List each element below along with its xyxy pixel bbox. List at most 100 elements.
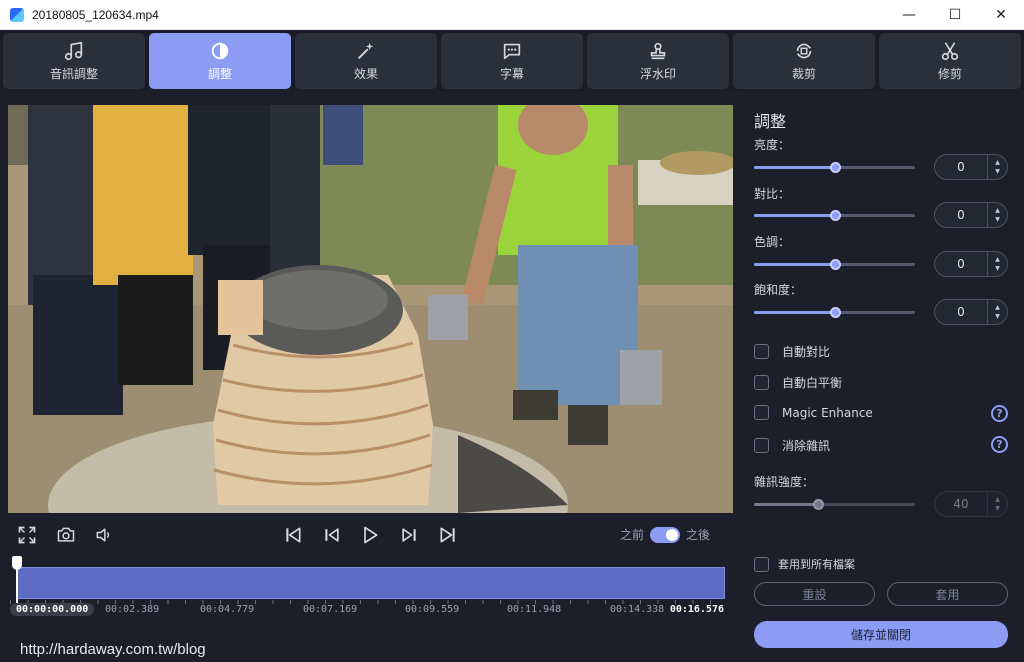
spin-value: 0 xyxy=(957,208,965,222)
tab-watermark[interactable]: 浮水印 xyxy=(587,33,729,89)
tab-label: 調整 xyxy=(207,67,232,81)
down-arrow-icon[interactable]: ▼ xyxy=(995,167,1000,176)
url-watermark: http://hardaway.com.tw/blog xyxy=(20,641,206,658)
denoise-option[interactable]: 消除雜訊 xyxy=(754,437,830,454)
slider-handle[interactable] xyxy=(829,162,841,173)
skip-start-button[interactable] xyxy=(282,524,304,546)
auto-contrast-checkbox[interactable] xyxy=(754,344,769,359)
up-arrow-icon[interactable]: ▲ xyxy=(995,495,1000,504)
check-label: 套用到所有檔案 xyxy=(778,558,855,571)
tab-subtitles[interactable]: 字幕 xyxy=(441,33,583,89)
contrast-spinbox[interactable]: 0 ▲ ▼ xyxy=(934,202,1008,228)
minimize-icon: — xyxy=(902,7,916,23)
snapshot-button[interactable] xyxy=(54,524,78,546)
spin-value: 0 xyxy=(957,257,965,271)
magic-wand-icon xyxy=(358,42,374,59)
maximize-icon: ☐ xyxy=(948,7,962,23)
saturation-label: 飽和度： xyxy=(754,283,803,297)
tool-tabs: 音訊調整 調整 效果 字幕 浮水印 裁剪 修剪 xyxy=(0,31,1024,91)
noise-strength-slider[interactable] xyxy=(754,499,915,510)
down-arrow-icon[interactable]: ▼ xyxy=(995,504,1000,513)
timeline-track[interactable] xyxy=(17,567,725,599)
next-frame-button[interactable] xyxy=(398,524,420,546)
up-arrow-icon[interactable]: ▲ xyxy=(995,158,1000,167)
playhead-handle[interactable] xyxy=(12,556,22,570)
video-preview xyxy=(8,105,733,513)
before-after-compare: 之前 之後 xyxy=(620,526,710,543)
tab-label: 浮水印 xyxy=(639,67,676,81)
saturation-spinbox[interactable]: 0 ▲ ▼ xyxy=(934,299,1008,325)
skip-end-icon xyxy=(440,527,455,543)
current-time: 00:00:00.000 xyxy=(10,603,95,616)
slider-handle[interactable] xyxy=(813,499,825,510)
window-title: 20180805_120634.mp4 xyxy=(32,7,159,22)
down-arrow-icon[interactable]: ▼ xyxy=(995,215,1000,224)
check-label: 自動白平衡 xyxy=(782,376,843,390)
tab-trim[interactable]: 修剪 xyxy=(879,33,1021,89)
down-arrow-icon[interactable]: ▼ xyxy=(995,264,1000,273)
tab-label: 音訊調整 xyxy=(49,67,98,81)
auto-white-balance-option[interactable]: 自動白平衡 xyxy=(754,374,842,391)
apply-button[interactable]: 套用 xyxy=(887,582,1008,606)
reset-button[interactable]: 重設 xyxy=(754,582,875,606)
title-bar: 20180805_120634.mp4 — ☐ ✕ xyxy=(0,0,1024,30)
skip-end-button[interactable] xyxy=(437,524,459,546)
spin-value: 0 xyxy=(957,160,965,174)
magic-enhance-checkbox[interactable] xyxy=(754,405,769,420)
apply-all-checkbox[interactable] xyxy=(754,556,769,572)
contrast-slider[interactable] xyxy=(754,210,915,221)
brightness-spinbox[interactable]: 0 ▲ ▼ xyxy=(934,154,1008,180)
tab-label: 裁剪 xyxy=(791,67,816,81)
fullscreen-button[interactable] xyxy=(16,524,38,546)
rotate-crop-icon xyxy=(796,43,812,59)
help-icon[interactable]: ? xyxy=(991,405,1008,422)
spin-arrows[interactable]: ▲ ▼ xyxy=(987,155,1007,179)
prev-frame-icon xyxy=(325,528,339,542)
contrast-label: 對比： xyxy=(754,187,791,201)
play-icon xyxy=(364,526,378,544)
down-arrow-icon[interactable]: ▼ xyxy=(995,312,1000,321)
hue-spinbox[interactable]: 0 ▲ ▼ xyxy=(934,251,1008,277)
help-icon[interactable]: ? xyxy=(991,436,1008,453)
play-button[interactable] xyxy=(359,524,381,546)
apply-all-option[interactable]: 套用到所有檔案 xyxy=(754,556,855,572)
auto-contrast-option[interactable]: 自動對比 xyxy=(754,343,830,360)
tab-crop[interactable]: 裁剪 xyxy=(733,33,875,89)
spin-arrows[interactable]: ▲ ▼ xyxy=(987,300,1007,324)
time-tick: 00:07.169 xyxy=(303,604,358,615)
up-arrow-icon[interactable]: ▲ xyxy=(995,206,1000,215)
save-close-button[interactable]: 儲存並關閉 xyxy=(754,621,1008,648)
tab-adjust[interactable]: 調整 xyxy=(149,33,291,89)
up-arrow-icon[interactable]: ▲ xyxy=(995,255,1000,264)
close-button[interactable]: ✕ xyxy=(978,0,1024,30)
end-time: 00:16.576 xyxy=(669,604,724,615)
maximize-button[interactable]: ☐ xyxy=(932,0,978,30)
magic-enhance-option[interactable]: Magic Enhance xyxy=(754,405,873,420)
up-arrow-icon[interactable]: ▲ xyxy=(995,303,1000,312)
speaker-icon xyxy=(96,528,110,542)
compare-toggle[interactable] xyxy=(650,526,681,543)
saturation-slider[interactable] xyxy=(754,307,915,318)
auto-white-balance-checkbox[interactable] xyxy=(754,375,769,390)
minimize-button[interactable]: — xyxy=(886,0,932,30)
volume-button[interactable] xyxy=(93,524,115,546)
denoise-checkbox[interactable] xyxy=(754,438,769,453)
noise-strength-label: 雜訊強度： xyxy=(754,475,815,489)
stamp-icon xyxy=(650,42,666,60)
skip-start-icon xyxy=(286,527,301,543)
slider-handle[interactable] xyxy=(829,307,841,318)
slider-handle[interactable] xyxy=(829,210,841,221)
prev-frame-button[interactable] xyxy=(321,524,343,546)
spin-arrows[interactable]: ▲ ▼ xyxy=(987,203,1007,227)
brightness-slider[interactable] xyxy=(754,162,915,173)
noise-strength-spinbox[interactable]: 40 ▲ ▼ xyxy=(934,491,1008,517)
spin-arrows[interactable]: ▲ ▼ xyxy=(987,252,1007,276)
hue-label: 色調： xyxy=(754,235,791,249)
contrast-icon xyxy=(211,42,229,60)
tab-audio-adjust[interactable]: 音訊調整 xyxy=(3,33,145,89)
time-tick: 00:04.779 xyxy=(200,604,255,615)
slider-handle[interactable] xyxy=(829,259,841,270)
spin-arrows[interactable]: ▲ ▼ xyxy=(987,492,1007,516)
hue-slider[interactable] xyxy=(754,259,915,270)
tab-effects[interactable]: 效果 xyxy=(295,33,437,89)
